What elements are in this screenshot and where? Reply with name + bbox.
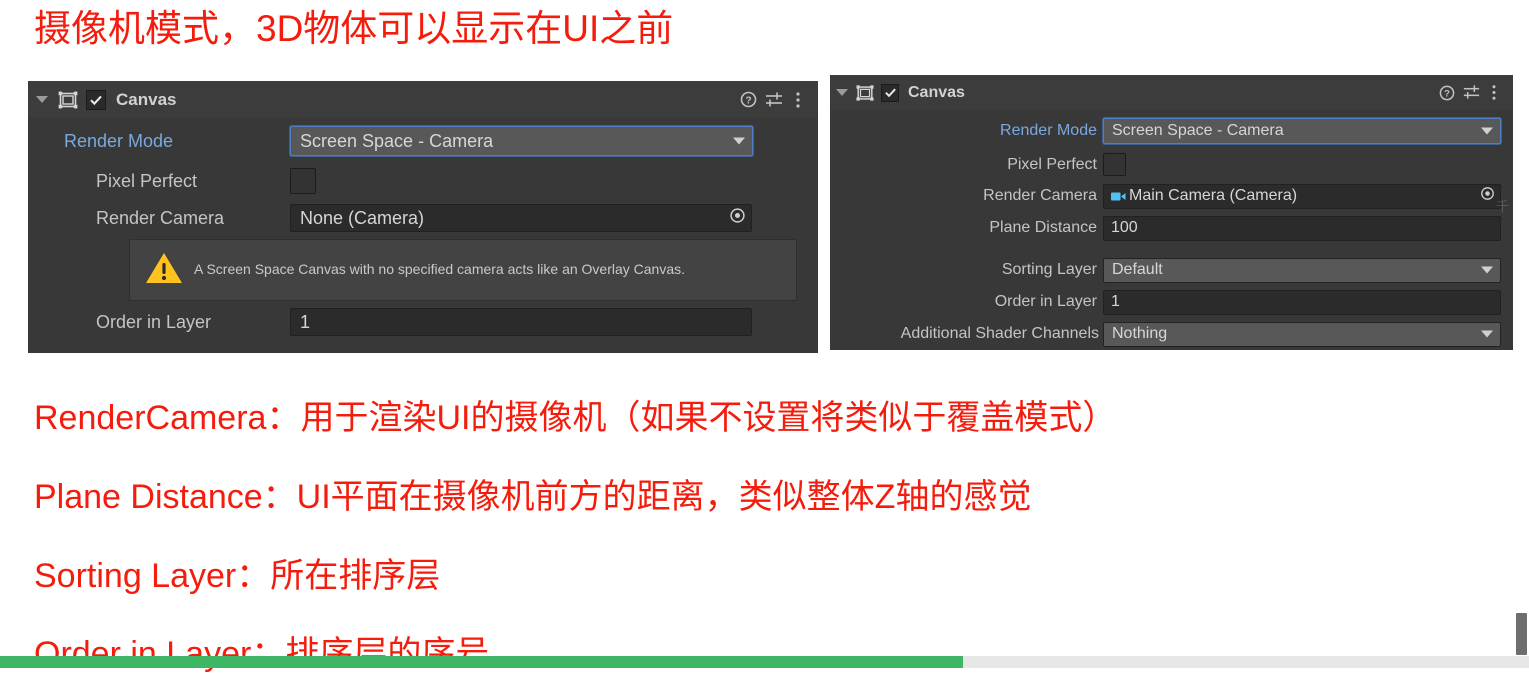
label-order-in-layer-left: Order in Layer [96, 311, 212, 332]
textfield-order-in-layer-right-value: 1 [1111, 293, 1120, 310]
camera-icon [1111, 191, 1126, 202]
component-title-left: Canvas [116, 89, 177, 109]
foldout-arrow-icon[interactable] [836, 89, 848, 96]
component-enabled-checkbox[interactable] [86, 89, 106, 110]
label-plane-distance-right: Plane Distance [989, 219, 1097, 236]
header-icon-group-left: ? [736, 88, 808, 112]
label-pixel-perfect-left: Pixel Perfect [96, 170, 198, 191]
canvas-component-icon [57, 89, 79, 111]
objectfield-render-camera-right[interactable]: Main Camera (Camera) [1103, 183, 1501, 209]
dropdown-sorting-layer-right[interactable]: Default [1103, 257, 1501, 283]
checkbox-pixel-perfect-right[interactable] [1103, 153, 1126, 176]
preset-icon[interactable] [1458, 82, 1484, 104]
component-header-right[interactable]: Canvas ? [830, 75, 1513, 110]
label-order-in-layer-right: Order in Layer [994, 293, 1097, 310]
help-icon[interactable]: ? [736, 88, 760, 112]
objectfield-render-camera-left[interactable]: None (Camera) [290, 204, 752, 232]
label-render-mode-left: Render Mode [64, 130, 174, 151]
canvas-component-icon [855, 83, 875, 103]
row-render-camera-left: Render Camera None (Camera) [28, 203, 818, 233]
textfield-plane-distance-right[interactable]: 100 [1103, 215, 1501, 241]
object-picker-icon[interactable] [728, 206, 747, 230]
scrollbar-thumb[interactable] [1516, 613, 1527, 655]
foldout-arrow-icon[interactable] [36, 96, 48, 103]
chevron-down-icon [1481, 330, 1493, 338]
more-menu-icon[interactable] [1484, 82, 1503, 104]
chevron-down-icon [733, 137, 745, 145]
header-icon-group-right: ? [1436, 82, 1503, 104]
canvas-inspector-panel-left: Canvas ? Render Mode Screen Space - Came… [28, 81, 818, 353]
row-plane-distance-right: Plane Distance 100 [830, 215, 1513, 241]
progress-bar-track[interactable] [0, 656, 1529, 668]
component-header-left[interactable]: Canvas ? [28, 81, 818, 118]
chevron-down-icon [1481, 127, 1493, 135]
dropdown-sorting-layer-right-value: Default [1112, 261, 1163, 278]
dropdown-render-mode-left[interactable]: Screen Space - Camera [290, 126, 753, 156]
component-title-right: Canvas [908, 83, 965, 101]
component-enabled-checkbox[interactable] [881, 83, 899, 102]
note-render-camera: RenderCamera：用于渲染UI的摄像机（如果不设置将类似于覆盖模式） [34, 399, 1117, 437]
label-sorting-layer-right: Sorting Layer [1001, 261, 1097, 278]
label-pixel-perfect-right: Pixel Perfect [1007, 155, 1097, 173]
dropdown-render-mode-right[interactable]: Screen Space - Camera [1103, 118, 1501, 144]
note-plane-distance: Plane Distance：UI平面在摄像机前方的距离，类似整体Z轴的感觉 [34, 478, 1032, 516]
row-render-mode-left: Render Mode Screen Space - Camera [28, 125, 818, 157]
label-render-camera-right: Render Camera [983, 187, 1097, 204]
preset-icon[interactable] [760, 88, 788, 112]
more-menu-icon[interactable] [788, 88, 808, 112]
helpbox-overlay-warning-left: A Screen Space Canvas with no specified … [129, 239, 797, 301]
checkbox-pixel-perfect-left[interactable] [290, 168, 316, 194]
objectfield-render-camera-right-value: Main Camera (Camera) [1129, 187, 1298, 204]
label-render-camera-left: Render Camera [96, 207, 225, 228]
canvas-inspector-panel-right: Canvas ? Render Mode Screen Space - Came… [830, 75, 1513, 350]
progress-bar-fill [0, 656, 964, 668]
row-render-camera-right: Render Camera Main Camera (Camera) [830, 183, 1513, 209]
row-order-in-layer-right: Order in Layer 1 [830, 289, 1513, 315]
svg-text:?: ? [745, 95, 751, 106]
label-additional-shader-channels-right: Additional Shader Channels [900, 325, 1099, 342]
dropdown-additional-shader-channels-right-value: Nothing [1112, 325, 1168, 342]
textfield-order-in-layer-right[interactable]: 1 [1103, 289, 1501, 315]
row-sorting-layer-right: Sorting Layer Default [830, 257, 1513, 283]
objectfield-render-camera-left-value: None (Camera) [300, 207, 425, 228]
page-title: 摄像机模式，3D物体可以显示在UI之前 [34, 8, 674, 49]
row-pixel-perfect-left: Pixel Perfect [28, 167, 818, 195]
row-render-mode-right: Render Mode Screen Space - Camera [830, 117, 1513, 145]
dropdown-render-mode-left-value: Screen Space - Camera [300, 130, 494, 151]
row-pixel-perfect-right: Pixel Perfect [830, 152, 1513, 177]
label-render-mode-right: Render Mode [1000, 122, 1097, 139]
helpbox-text-left: A Screen Space Canvas with no specified … [194, 261, 686, 278]
textfield-order-in-layer-left[interactable]: 1 [290, 308, 752, 336]
row-additional-shader-channels-right: Additional Shader Channels Nothing [830, 321, 1513, 347]
dropdown-additional-shader-channels-right[interactable]: Nothing [1103, 321, 1501, 347]
textfield-plane-distance-right-value: 100 [1111, 219, 1138, 236]
svg-text:?: ? [1444, 87, 1450, 98]
chevron-down-icon [1481, 266, 1493, 274]
object-picker-icon[interactable] [1479, 185, 1496, 207]
warning-triangle-icon [144, 250, 184, 291]
textfield-order-in-layer-left-value: 1 [300, 311, 311, 332]
row-order-in-layer-left: Order in Layer 1 [28, 307, 818, 337]
dropdown-render-mode-right-value: Screen Space - Camera [1112, 122, 1284, 139]
help-icon[interactable]: ? [1436, 82, 1458, 104]
note-sorting-layer: Sorting Layer：所在排序层 [34, 557, 441, 595]
